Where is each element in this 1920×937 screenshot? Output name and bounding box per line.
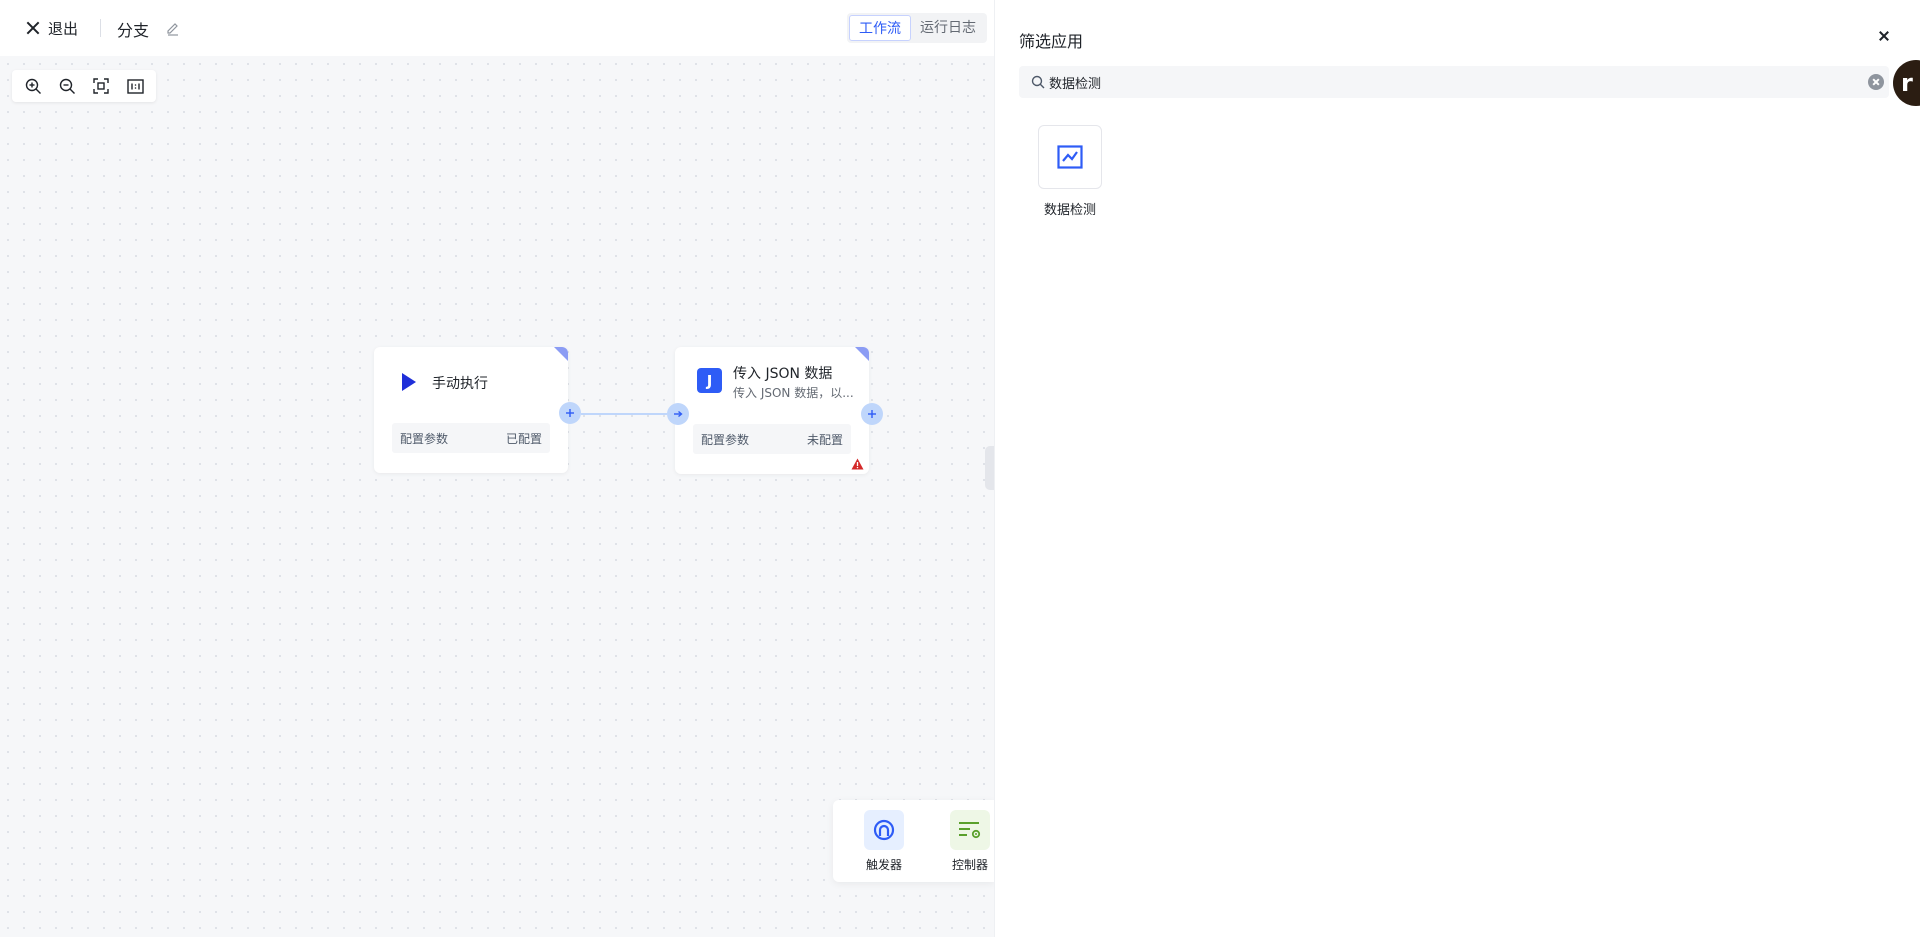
palette-item-controller[interactable]: 控制器	[939, 810, 1001, 873]
controller-icon-tile	[950, 810, 990, 850]
view-tabs: 工作流 运行日志	[847, 13, 987, 43]
exit-button[interactable]: 退出	[26, 18, 78, 38]
edit-icon[interactable]	[166, 22, 180, 36]
palette-item-label: 控制器	[951, 858, 988, 872]
node-title: 传入 JSON 数据	[733, 366, 833, 382]
divider	[100, 19, 101, 37]
zoom-toolbar	[12, 70, 156, 102]
workflow-node-manual-run[interactable]: 手动执行 配置参数 已配置	[374, 347, 568, 473]
panel-close-button[interactable]	[1876, 28, 1892, 44]
node-config-row[interactable]: 配置参数 未配置	[693, 424, 851, 454]
trigger-icon-tile	[864, 810, 904, 850]
node-title: 手动执行	[432, 376, 488, 392]
json-icon-letter: J	[706, 371, 713, 390]
search-input[interactable]	[1049, 66, 1849, 98]
clear-search-button[interactable]	[1868, 74, 1884, 90]
close-icon	[26, 21, 40, 35]
node-palette: 触发器 控制器	[833, 800, 994, 882]
top-bar: 退出 分支 工作流 运行日志	[0, 0, 994, 56]
tab-workflow[interactable]: 工作流	[849, 15, 911, 41]
workflow-title: 分支	[117, 21, 150, 40]
node-input-port[interactable]	[667, 403, 689, 425]
line-chart-icon	[1057, 145, 1083, 169]
fit-view-icon	[93, 78, 109, 94]
workflow-node-json-input[interactable]: J 传入 JSON 数据 传入 JSON 数据，以... 配置参数 未配置	[675, 347, 869, 474]
app-result-item[interactable]: 数据检测	[1038, 125, 1102, 218]
app-result-label: 数据检测	[1043, 203, 1096, 218]
node-corner-marker	[554, 347, 568, 361]
app-filter-panel: 筛选应用	[994, 0, 1920, 937]
node-output-add-port[interactable]	[559, 402, 581, 424]
plus-icon	[868, 410, 876, 418]
config-status: 未配置	[806, 432, 843, 447]
tab-run-log[interactable]: 运行日志	[911, 15, 985, 41]
fit-view-button[interactable]	[84, 72, 118, 100]
app-search-box	[1019, 66, 1889, 98]
config-status: 已配置	[505, 431, 542, 446]
node-config-row[interactable]: 配置参数 已配置	[392, 423, 550, 453]
zoom-in-icon	[25, 78, 41, 94]
play-icon	[402, 373, 416, 391]
arrow-right-icon	[674, 410, 683, 418]
plus-icon	[566, 409, 574, 417]
trigger-icon	[873, 819, 895, 841]
node-corner-marker	[855, 347, 869, 361]
zoom-out-icon	[59, 78, 75, 94]
panel-collapse-handle[interactable]	[985, 446, 994, 490]
workflow-edge	[581, 413, 667, 415]
search-icon	[1031, 75, 1045, 89]
zoom-in-button[interactable]	[16, 72, 50, 100]
actual-size-button[interactable]	[118, 72, 152, 100]
actual-size-icon	[126, 78, 144, 94]
zoom-out-button[interactable]	[50, 72, 84, 100]
warning-icon	[851, 458, 864, 470]
node-output-add-port[interactable]	[861, 403, 883, 425]
exit-label: 退出	[48, 19, 79, 38]
avatar-initial: r	[1901, 69, 1913, 97]
config-label: 配置参数	[701, 432, 750, 447]
panel-title: 筛选应用	[1019, 32, 1084, 51]
palette-item-trigger[interactable]: 触发器	[853, 810, 915, 873]
controller-icon	[959, 822, 981, 839]
palette-item-label: 触发器	[865, 858, 902, 872]
config-label: 配置参数	[400, 431, 449, 446]
json-icon: J	[697, 368, 722, 393]
node-subtitle: 传入 JSON 数据，以...	[733, 386, 854, 400]
app-result-card	[1038, 125, 1102, 189]
